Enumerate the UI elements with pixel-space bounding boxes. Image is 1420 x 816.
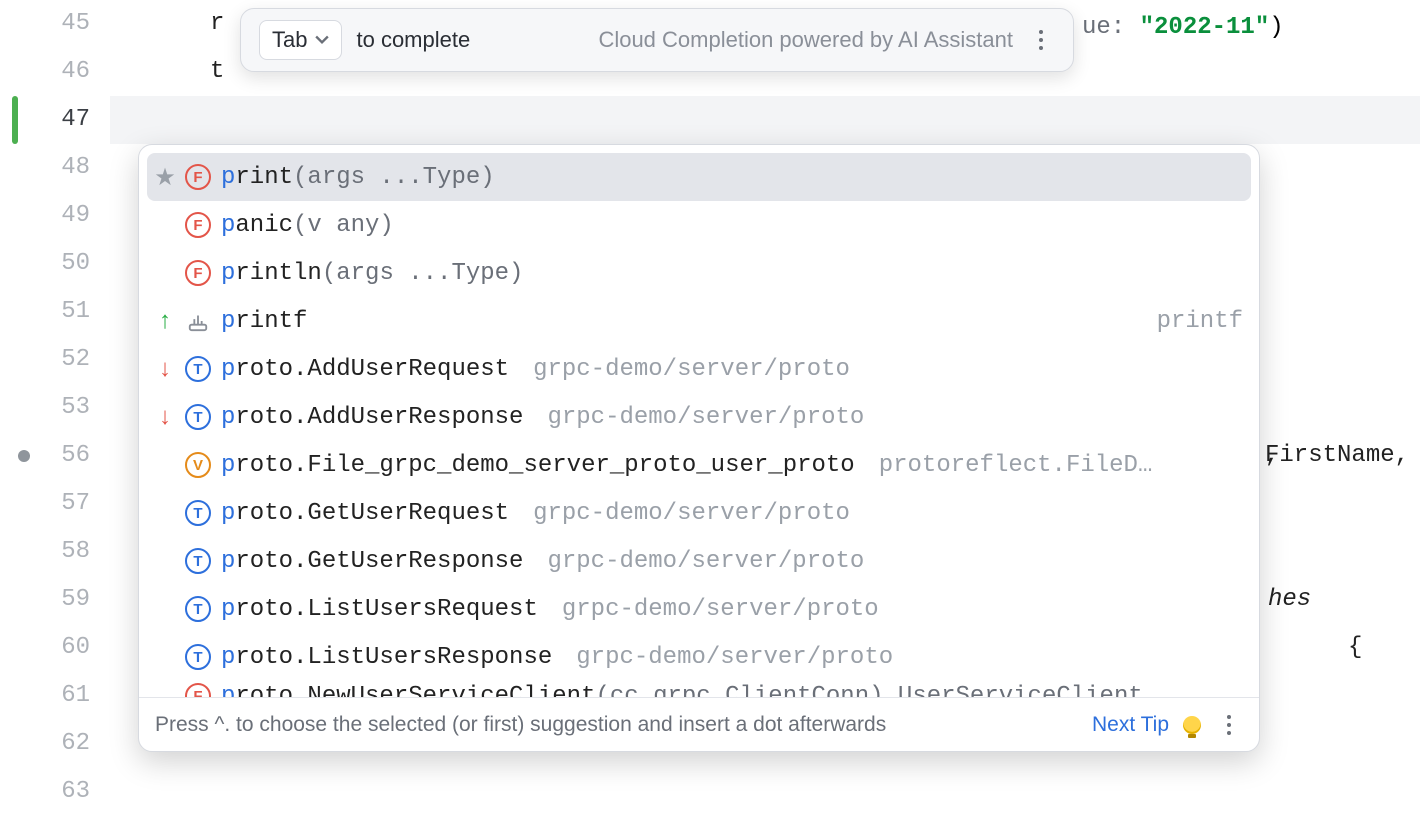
completion-item[interactable]: Fpanic(v any) <box>147 201 1251 249</box>
breakpoint-dot[interactable] <box>18 450 30 462</box>
lightbulb-icon <box>1183 716 1201 734</box>
completion-label: printf <box>221 308 307 335</box>
tooltip-action-text: to complete <box>356 27 470 53</box>
completion-item[interactable]: ↑ printf printf <box>147 297 1251 345</box>
completion-item[interactable]: Tproto.GetUserRequest grpc-demo/server/pr… <box>147 489 1251 537</box>
function-icon: F <box>185 164 211 190</box>
line-number: 60 <box>0 624 90 672</box>
line-number: 48 <box>0 144 90 192</box>
template-icon <box>185 308 211 334</box>
completion-package: protoreflect.FileD… <box>879 452 1153 479</box>
completion-item[interactable]: Tproto.ListUsersResponse grpc-demo/server… <box>147 633 1251 681</box>
code-line-63[interactable] <box>110 768 1420 816</box>
completion-item[interactable]: Vproto.File_grpc_demo_server_proto_user_… <box>147 441 1251 489</box>
completion-item[interactable]: Fproto.NewUserServiceClient(cc grpc.Clie… <box>147 681 1251 697</box>
completion-label: print(args ...Type) <box>221 164 495 191</box>
completion-label: proto.GetUserRequest <box>221 500 509 527</box>
completion-package: grpc-demo/server/proto <box>547 404 864 431</box>
completion-label: proto.ListUsersResponse <box>221 644 552 671</box>
completion-right-label: printf <box>1157 308 1243 335</box>
completion-item[interactable]: Tproto.ListUsersRequest grpc-demo/server/… <box>147 585 1251 633</box>
background-code-fragment: hes <box>1268 576 1311 624</box>
code-line-47[interactable]: println("done")Choose key for completion… <box>110 96 1420 144</box>
completion-item[interactable]: Tproto.GetUserResponse grpc-demo/server/p… <box>147 537 1251 585</box>
completion-label: proto.ListUsersRequest <box>221 596 538 623</box>
completion-item[interactable]: ★ Fprint(args ...Type) <box>147 153 1251 201</box>
line-number: 46 <box>0 48 90 96</box>
line-number: 47 <box>0 96 90 144</box>
background-code-fragment: ue: "2022-11") <box>1082 14 1284 41</box>
line-number: 56 <box>0 432 90 480</box>
type-icon: T <box>185 644 211 670</box>
completion-label: proto.File_grpc_demo_server_proto_user_p… <box>221 452 855 479</box>
line-number: 58 <box>0 528 90 576</box>
completion-item[interactable]: Fprintln(args ...Type) <box>147 249 1251 297</box>
background-code-fragment: FirstName, <box>1265 432 1409 480</box>
rank-down-icon: ↓ <box>159 355 171 383</box>
type-icon: T <box>185 596 211 622</box>
function-icon: F <box>185 212 211 238</box>
completion-key-button[interactable]: Tab <box>259 20 342 60</box>
completion-label: println(args ...Type) <box>221 260 523 287</box>
completion-item[interactable]: ↓ Tproto.AddUserResponse grpc-demo/server/… <box>147 393 1251 441</box>
background-code-fragment: { <box>1348 624 1362 672</box>
type-icon: T <box>185 548 211 574</box>
completion-package: grpc-demo/server/proto <box>562 596 879 623</box>
completion-item[interactable]: ↓ Tproto.AddUserRequest grpc-demo/server/p… <box>147 345 1251 393</box>
completion-label: proto.AddUserResponse <box>221 404 523 431</box>
more-options-icon[interactable] <box>1027 26 1055 54</box>
line-number: 50 <box>0 240 90 288</box>
variable-icon: V <box>185 452 211 478</box>
function-icon: F <box>185 260 211 286</box>
line-number: 51 <box>0 288 90 336</box>
line-number: 45 <box>0 0 90 48</box>
rank-up-icon: ↑ <box>159 307 171 335</box>
line-number: 53 <box>0 384 90 432</box>
completion-label: proto.NewUserServiceClient(cc grpc.Clien… <box>221 683 1143 697</box>
footer-tip-text: Press ^. to choose the selected (or firs… <box>155 713 886 737</box>
type-icon: T <box>185 500 211 526</box>
cloud-completion-tooltip: Tab to complete Cloud Completion powered… <box>240 8 1074 72</box>
line-number: 57 <box>0 480 90 528</box>
star-icon: ★ <box>154 163 176 192</box>
completion-package: grpc-demo/server/proto <box>533 356 850 383</box>
function-icon: F <box>185 683 211 697</box>
line-number: 49 <box>0 192 90 240</box>
line-number: 63 <box>0 768 90 816</box>
line-number: 59 <box>0 576 90 624</box>
line-gutter: 4546474849505152535657585960616263 <box>0 0 110 754</box>
chevron-down-icon <box>315 35 329 45</box>
completion-label: proto.AddUserRequest <box>221 356 509 383</box>
completion-label: proto.GetUserResponse <box>221 548 523 575</box>
completion-footer: Press ^. to choose the selected (or firs… <box>139 697 1259 751</box>
rank-down-icon: ↓ <box>159 403 171 431</box>
completion-label: panic(v any) <box>221 212 394 239</box>
line-number: 62 <box>0 720 90 768</box>
type-icon: T <box>185 356 211 382</box>
completion-list[interactable]: ★Fprint(args ...Type)Fpanic(v any)Fprint… <box>139 145 1259 697</box>
completion-package: grpc-demo/server/proto <box>547 548 864 575</box>
next-tip-link[interactable]: Next Tip <box>1092 713 1169 737</box>
line-number: 61 <box>0 672 90 720</box>
completion-popup: ★Fprint(args ...Type)Fpanic(v any)Fprint… <box>138 144 1260 752</box>
tooltip-subtitle: Cloud Completion powered by AI Assistant <box>598 27 1013 53</box>
more-options-icon[interactable] <box>1215 711 1243 739</box>
completion-package: grpc-demo/server/proto <box>533 500 850 527</box>
completion-package: grpc-demo/server/proto <box>576 644 893 671</box>
line-number: 52 <box>0 336 90 384</box>
type-icon: T <box>185 404 211 430</box>
